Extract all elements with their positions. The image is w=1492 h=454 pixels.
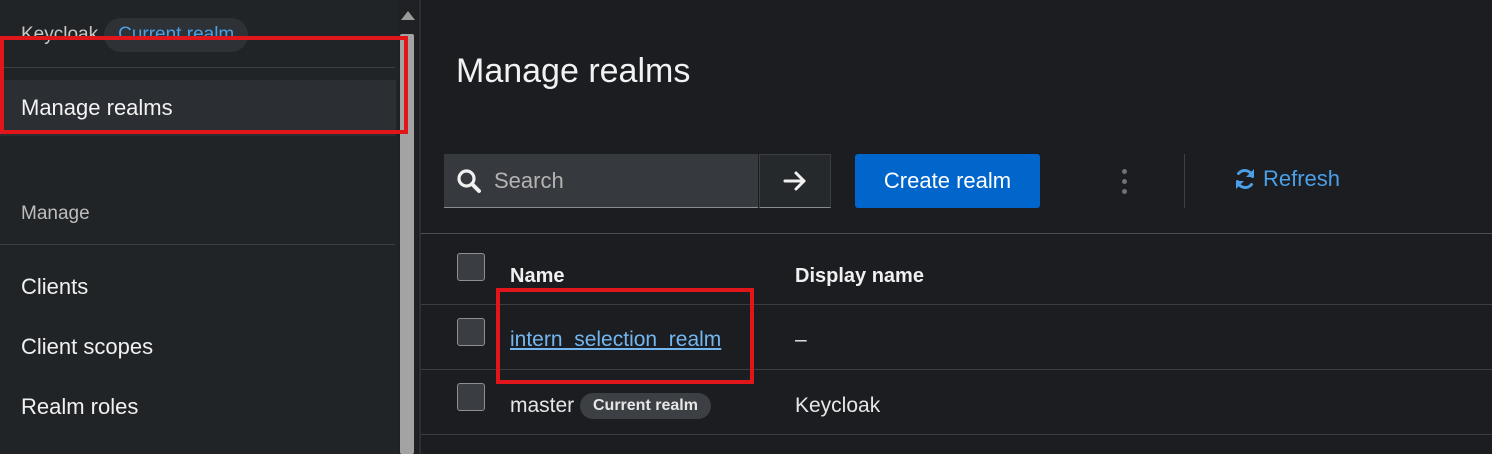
sidebar-item-client-scopes[interactable]: Client scopes — [21, 334, 153, 360]
sidebar: Keycloak Current realm Manage realms Man… — [0, 0, 398, 454]
toolbar-divider — [421, 233, 1492, 234]
sidebar-divider — [0, 67, 395, 68]
arrow-right-icon — [783, 171, 806, 191]
table-row-divider — [421, 369, 1492, 370]
sidebar-item-clients[interactable]: Clients — [21, 274, 88, 300]
table-row-divider — [421, 304, 1492, 305]
refresh-button[interactable]: Refresh — [1233, 166, 1340, 192]
display-name-cell: Keycloak — [795, 394, 881, 417]
page-title: Manage realms — [456, 52, 691, 90]
scroll-up-arrow-icon[interactable] — [401, 11, 415, 20]
refresh-label: Refresh — [1263, 166, 1341, 191]
realm-name: Keycloak — [21, 24, 99, 45]
realm-selector[interactable]: Keycloak Current realm — [21, 18, 249, 52]
kebab-icon[interactable] — [1116, 164, 1132, 198]
display-name-cell: – — [795, 328, 807, 351]
refresh-icon — [1236, 169, 1254, 189]
create-realm-button[interactable]: Create realm — [855, 154, 1040, 208]
search-submit-button[interactable] — [759, 154, 831, 208]
realm-link[interactable]: intern_selection_realm — [510, 328, 721, 351]
column-header-name[interactable]: Name — [510, 265, 564, 288]
scrollbar-thumb[interactable] — [400, 34, 414, 454]
column-header-display-name: Display name — [795, 265, 924, 287]
current-realm-pill: Current realm — [104, 18, 249, 52]
sidebar-section-manage: Manage — [21, 203, 90, 224]
search-input[interactable] — [492, 166, 746, 195]
sidebar-divider — [0, 244, 395, 245]
realm-name-cell: intern_selection_realm — [510, 328, 721, 352]
sidebar-item-manage-realms[interactable]: Manage realms — [0, 80, 396, 136]
realm-name-cell: master — [510, 394, 575, 417]
sidebar-item-realm-roles[interactable]: Realm roles — [21, 394, 138, 420]
current-realm-badge: Current realm — [580, 393, 711, 419]
row-checkbox[interactable] — [457, 318, 485, 346]
search-icon — [457, 168, 481, 193]
select-all-checkbox[interactable] — [457, 253, 485, 281]
table-row-divider — [421, 434, 1492, 435]
toolbar-separator — [1184, 154, 1185, 208]
main-border — [419, 0, 421, 454]
sidebar-scrollbar[interactable] — [398, 0, 418, 454]
search-field[interactable] — [444, 154, 758, 208]
row-checkbox[interactable] — [457, 383, 485, 411]
